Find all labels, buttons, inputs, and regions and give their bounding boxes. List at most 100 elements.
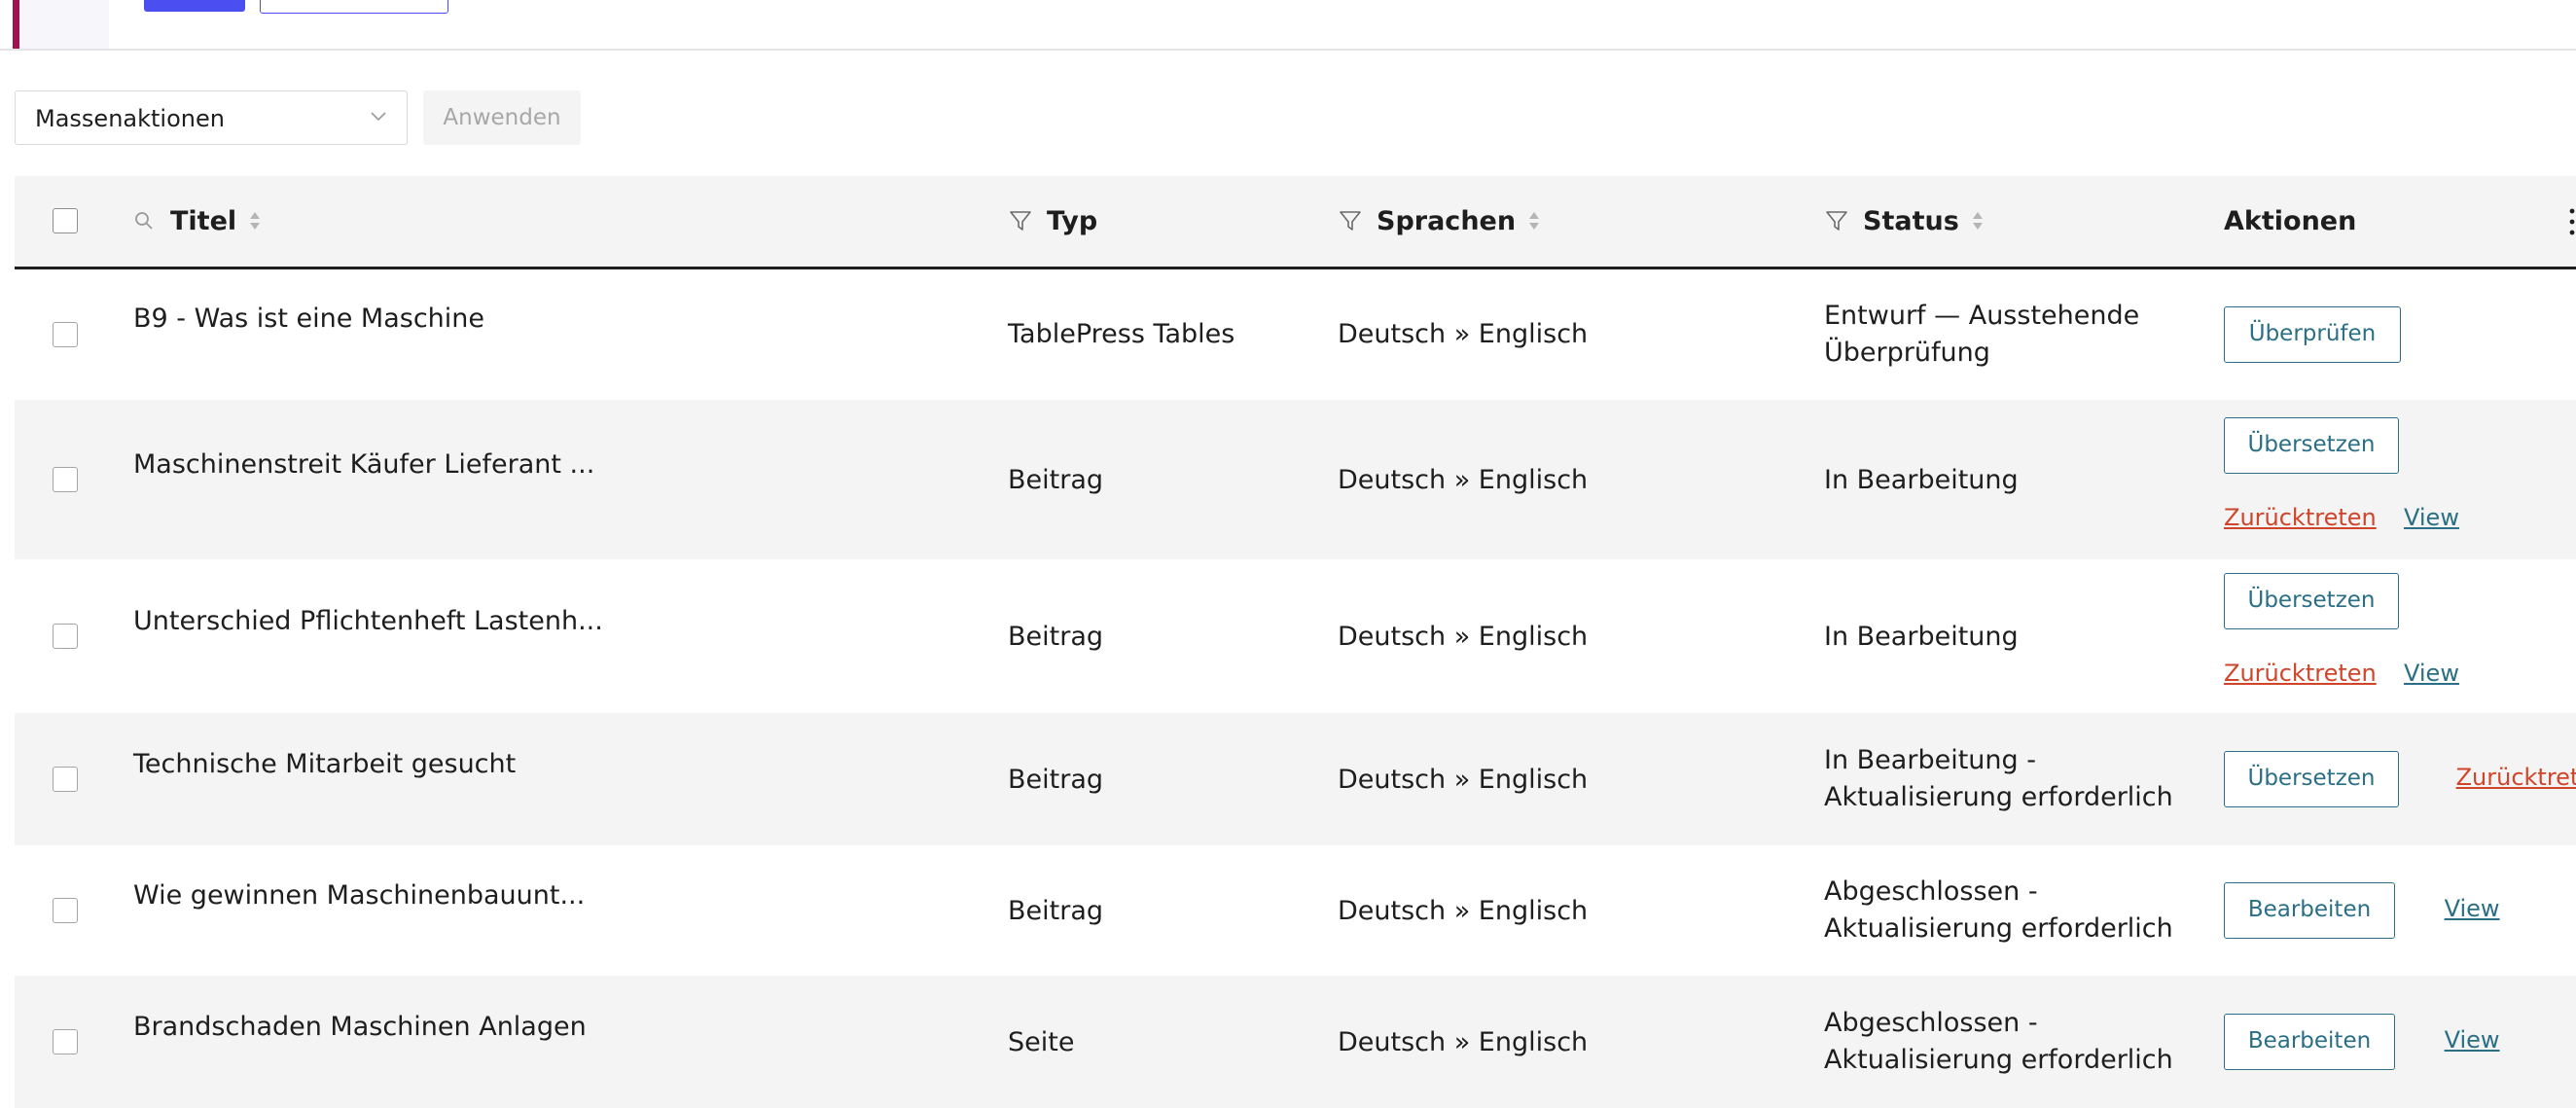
table-header-row: Titel Typ Sprachen Status Aktionen <box>15 176 2576 268</box>
row-checkbox[interactable] <box>53 624 78 649</box>
actions-cell: Übersetzen Zurücktreten View <box>2224 559 2576 713</box>
row-checkbox[interactable] <box>53 898 78 923</box>
title-cell: Technische Mitarbeit gesucht <box>133 713 1008 845</box>
row-select-cell <box>15 400 133 559</box>
title-cell: Unterschied Pflichtenheft Lastenh... <box>133 559 1008 713</box>
actions-cell: Bearbeiten View <box>2224 976 2576 1108</box>
row-checkbox[interactable] <box>53 321 78 347</box>
status-text: Abgeschlossen - Aktualisierung erforderl… <box>1824 876 2173 944</box>
row-title-link[interactable]: Brandschaden Maschinen Anlagen <box>133 1012 587 1042</box>
select-all-checkbox[interactable] <box>53 208 78 234</box>
more-vertical-icon[interactable] <box>2562 176 2576 268</box>
table-row: Maschinenstreit Käufer Lieferant ... Bei… <box>15 400 2576 559</box>
secondary-button[interactable] <box>260 0 448 14</box>
status-cell: In Bearbeitung <box>1824 464 2019 495</box>
row-checkbox[interactable] <box>53 467 78 492</box>
title-cell: Wie gewinnen Maschinenbauunt... <box>133 845 1008 976</box>
languages-cell: Deutsch » Englisch <box>1338 895 1589 926</box>
status-text: In Bearbeitung - Aktualisierung erforder… <box>1824 745 2173 812</box>
translate-button[interactable]: Übersetzen <box>2224 573 2399 629</box>
header-title[interactable]: Titel <box>133 176 1008 268</box>
apply-button-label: Anwenden <box>443 105 561 130</box>
row-title-link[interactable]: B9 - Was ist eine Maschine <box>133 304 484 334</box>
brand-accent-bar <box>13 0 19 49</box>
filter-icon[interactable] <box>1008 208 1033 233</box>
translate-button[interactable]: Übersetzen <box>2224 417 2399 474</box>
withdraw-link[interactable]: Zurücktreten <box>2456 764 2576 791</box>
sort-icon[interactable] <box>1527 208 1541 233</box>
view-link[interactable]: View <box>2445 1026 2500 1054</box>
filter-icon[interactable] <box>1338 208 1363 233</box>
actions-cell: Übersetzen Zurücktreten <box>2224 713 2576 845</box>
header-type: Typ <box>1008 176 1338 268</box>
sort-icon[interactable] <box>248 208 262 233</box>
languages-cell: Deutsch » Englisch <box>1338 621 1589 652</box>
sort-icon[interactable] <box>1971 208 1985 233</box>
translation-jobs-table: Titel Typ Sprachen Status Aktionen B9 - … <box>15 176 2576 1108</box>
row-title-link[interactable]: Unterschied Pflichtenheft Lastenh... <box>133 606 603 636</box>
status-text: Entwurf — Ausstehende Überprüfung <box>1824 300 2140 368</box>
header-actions: Aktionen <box>2224 176 2576 268</box>
view-link[interactable]: View <box>2404 504 2459 531</box>
row-checkbox[interactable] <box>53 1029 78 1054</box>
header-languages-label: Sprachen <box>1377 205 1517 236</box>
row-select-cell <box>15 845 133 976</box>
edit-button[interactable]: Bearbeiten <box>2224 1014 2395 1070</box>
view-link[interactable]: View <box>2404 660 2459 687</box>
type-cell: Beitrag <box>1008 464 1104 495</box>
type-cell: Beitrag <box>1008 764 1104 795</box>
apply-button[interactable]: Anwenden <box>423 90 581 145</box>
actions-cell: Bearbeiten View <box>2224 845 2576 976</box>
languages-cell: Deutsch » Englisch <box>1338 764 1589 795</box>
languages-cell: Deutsch » Englisch <box>1338 319 1589 350</box>
title-cell: Maschinenstreit Käufer Lieferant ... <box>133 400 1008 559</box>
status-cell: Abgeschlossen - Aktualisierung erforderl… <box>1824 976 2224 1108</box>
actions-cell: Überprüfen <box>2224 268 2576 400</box>
search-icon[interactable] <box>133 210 155 232</box>
bulk-actions-select[interactable]: Massenaktionen <box>15 90 408 145</box>
table-row: Technische Mitarbeit gesucht Beitrag Deu… <box>15 713 2576 845</box>
chevron-down-icon <box>371 112 386 122</box>
status-cell: Abgeschlossen - Aktualisierung erforderl… <box>1824 845 2224 976</box>
edit-button[interactable]: Bearbeiten <box>2224 882 2395 939</box>
row-title-link[interactable]: Maschinenstreit Käufer Lieferant ... <box>133 449 594 480</box>
languages-cell: Deutsch » Englisch <box>1338 1026 1589 1057</box>
title-cell: Brandschaden Maschinen Anlagen <box>133 976 1008 1108</box>
type-cell: Seite <box>1008 1026 1075 1057</box>
status-text: Abgeschlossen - Aktualisierung erforderl… <box>1824 1008 2173 1075</box>
row-select-cell <box>15 268 133 400</box>
table-row: B9 - Was ist eine Maschine TablePress Ta… <box>15 268 2576 400</box>
view-link[interactable]: View <box>2445 895 2500 922</box>
languages-cell: Deutsch » Englisch <box>1338 464 1589 495</box>
row-title-link[interactable]: Technische Mitarbeit gesucht <box>133 749 516 779</box>
status-cell: In Bearbeitung <box>1824 621 2019 652</box>
header-actions-label: Aktionen <box>2224 205 2357 236</box>
toolbar-side-panel <box>19 0 109 49</box>
table-row: Wie gewinnen Maschinenbauunt... Beitrag … <box>15 845 2576 976</box>
status-cell: Entwurf — Ausstehende Überprüfung <box>1824 268 2224 400</box>
withdraw-link[interactable]: Zurücktreten <box>2224 660 2377 687</box>
primary-button[interactable] <box>144 0 245 12</box>
withdraw-link[interactable]: Zurücktreten <box>2224 504 2377 531</box>
bulk-actions-select-value: Massenaktionen <box>35 105 225 132</box>
top-toolbar <box>0 0 2576 51</box>
row-select-cell <box>15 976 133 1108</box>
row-select-cell <box>15 559 133 713</box>
translate-button[interactable]: Übersetzen <box>2224 751 2399 807</box>
row-checkbox[interactable] <box>53 767 78 792</box>
table-row: Brandschaden Maschinen Anlagen Seite Deu… <box>15 976 2576 1108</box>
header-status[interactable]: Status <box>1824 176 2224 268</box>
type-cell: TablePress Tables <box>1008 319 1235 350</box>
row-title-link[interactable]: Wie gewinnen Maschinenbauunt... <box>133 880 585 911</box>
row-select-cell <box>15 713 133 845</box>
header-status-label: Status <box>1863 205 1959 236</box>
review-button[interactable]: Überprüfen <box>2224 305 2401 363</box>
table-row: Unterschied Pflichtenheft Lastenh... Bei… <box>15 559 2576 713</box>
header-title-label: Titel <box>170 205 237 236</box>
filter-icon[interactable] <box>1824 208 1849 233</box>
header-select-cell <box>15 176 133 268</box>
header-languages[interactable]: Sprachen <box>1338 176 1824 268</box>
title-cell: B9 - Was ist eine Maschine <box>133 268 1008 400</box>
type-cell: Beitrag <box>1008 895 1104 926</box>
status-cell: In Bearbeitung - Aktualisierung erforder… <box>1824 713 2224 845</box>
